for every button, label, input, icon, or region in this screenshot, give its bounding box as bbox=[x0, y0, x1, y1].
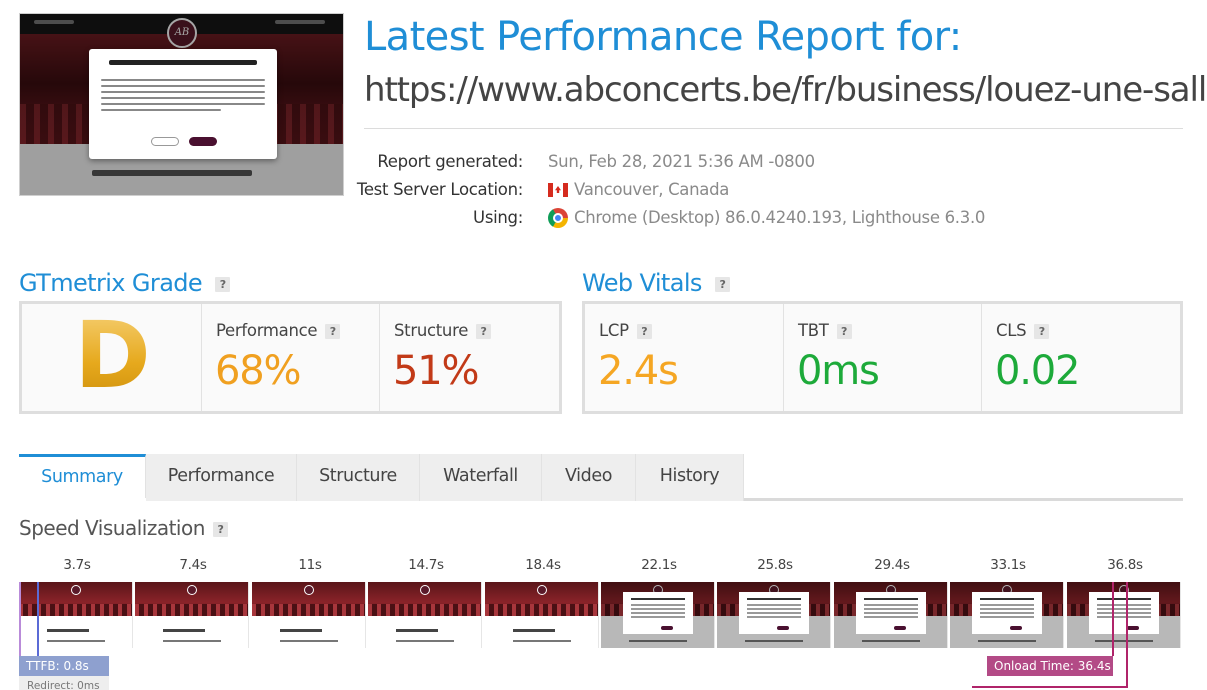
performance-cell: Performance? 68% bbox=[202, 304, 380, 411]
meta-report-generated: Report generated: Sun, Feb 28, 2021 5:36… bbox=[364, 152, 1194, 178]
cookie-dialog-preview bbox=[89, 49, 277, 159]
web-vitals-panel: LCP? 2.4s TBT? 0ms CLS? 0.02 bbox=[582, 301, 1183, 414]
lcp-label: LCP bbox=[599, 321, 629, 340]
meta-test-location: Test Server Location: Vancouver, Canada bbox=[357, 180, 1194, 206]
filmstrip-frame[interactable] bbox=[834, 582, 948, 648]
filmstrip-time-label: 7.4s bbox=[179, 557, 207, 573]
filmstrip-time-label: 29.4s bbox=[874, 557, 910, 573]
performance-label: Performance bbox=[216, 321, 318, 340]
onload-label: Onload Time: 36.4s bbox=[987, 656, 1113, 676]
page-screenshot-thumbnail[interactable]: AB bbox=[19, 13, 344, 196]
tab-video[interactable]: Video bbox=[542, 454, 636, 501]
tbt-label: TBT bbox=[798, 321, 829, 340]
filmstrip-time-label: 11s bbox=[298, 557, 322, 573]
tab-performance[interactable]: Performance bbox=[146, 454, 297, 501]
tab-history[interactable]: History bbox=[636, 454, 744, 501]
tab-structure[interactable]: Structure bbox=[297, 454, 420, 501]
filmstrip-time-label: 36.8s bbox=[1107, 557, 1143, 573]
help-icon[interactable]: ? bbox=[325, 324, 341, 339]
start-marker bbox=[19, 582, 21, 656]
ttfb-label: TTFB: 0.8s bbox=[19, 656, 109, 676]
grade-letter: D bbox=[22, 304, 201, 411]
cls-value: 0.02 bbox=[995, 348, 1080, 394]
web-vitals-title: Web Vitals ? bbox=[582, 269, 730, 297]
meta-label: Report generated: bbox=[377, 152, 523, 171]
filmstrip-time-label: 3.7s bbox=[63, 557, 91, 573]
meta-value: Chrome (Desktop) 86.0.4240.193, Lighthou… bbox=[574, 208, 986, 227]
report-title: Latest Performance Report for: bbox=[364, 14, 962, 60]
help-icon[interactable]: ? bbox=[1034, 324, 1050, 339]
tbt-cell: TBT? 0ms bbox=[784, 304, 982, 411]
chrome-icon bbox=[548, 208, 568, 228]
help-icon[interactable]: ? bbox=[212, 522, 228, 537]
help-icon[interactable]: ? bbox=[215, 276, 231, 292]
help-icon[interactable]: ? bbox=[836, 324, 852, 339]
meta-label: Using: bbox=[473, 208, 523, 227]
lcp-cell: LCP? 2.4s bbox=[585, 304, 784, 411]
filmstrip-frame[interactable] bbox=[485, 582, 599, 648]
help-icon[interactable]: ? bbox=[714, 276, 730, 292]
lcp-value: 2.4s bbox=[598, 348, 679, 394]
help-icon[interactable]: ? bbox=[636, 324, 652, 339]
filmstrip-time-label: 18.4s bbox=[525, 557, 561, 573]
filmstrip-time-label: 25.8s bbox=[757, 557, 793, 573]
filmstrip-time-label: 33.1s bbox=[990, 557, 1026, 573]
tab-summary[interactable]: Summary bbox=[19, 454, 146, 501]
filmstrip-frame[interactable] bbox=[368, 582, 482, 648]
structure-label: Structure bbox=[394, 321, 469, 340]
meta-using: Using: Chrome (Desktop) 86.0.4240.193, L… bbox=[364, 208, 1194, 234]
gtmetrix-grade-panel: D Performance? 68% Structure? 51% bbox=[19, 301, 562, 414]
cls-cell: CLS? 0.02 bbox=[982, 304, 1180, 411]
filmstrip-time-label: 14.7s bbox=[408, 557, 444, 573]
help-icon[interactable]: ? bbox=[476, 324, 492, 339]
header-divider bbox=[364, 128, 1183, 129]
cls-label: CLS bbox=[996, 321, 1027, 340]
onload-marker bbox=[1112, 582, 1114, 656]
filmstrip-frame[interactable] bbox=[135, 582, 249, 648]
structure-score: 51% bbox=[393, 348, 480, 394]
filmstrip-frame[interactable] bbox=[717, 582, 831, 648]
tab-waterfall[interactable]: Waterfall bbox=[420, 454, 542, 501]
gtmetrix-grade-title: GTmetrix Grade ? bbox=[19, 269, 231, 297]
filmstrip-frame[interactable] bbox=[1067, 582, 1181, 648]
report-url[interactable]: https://www.abconcerts.be/fr/business/lo… bbox=[364, 70, 1207, 110]
onload-baseline bbox=[972, 686, 1128, 688]
meta-value: Vancouver, Canada bbox=[574, 180, 730, 199]
performance-score: 68% bbox=[215, 348, 302, 394]
tbt-value: 0ms bbox=[797, 348, 880, 394]
ttfb-marker bbox=[37, 582, 39, 656]
structure-cell: Structure? 51% bbox=[380, 304, 559, 411]
meta-value: Sun, Feb 28, 2021 5:36 AM -0800 bbox=[548, 152, 815, 171]
report-tabs: Summary Performance Structure Waterfall … bbox=[19, 454, 744, 501]
grade-cell: D bbox=[22, 304, 202, 411]
filmstrip-time-label: 22.1s bbox=[641, 557, 677, 573]
filmstrip-frame[interactable] bbox=[950, 582, 1064, 648]
filmstrip-frame[interactable] bbox=[601, 582, 715, 648]
redirect-label: Redirect: 0ms bbox=[19, 676, 109, 690]
canada-flag-icon bbox=[548, 183, 568, 197]
filmstrip-frame[interactable] bbox=[252, 582, 366, 648]
onload-marker-extent bbox=[1126, 582, 1128, 688]
meta-label: Test Server Location: bbox=[356, 180, 523, 199]
speed-visualization-title: Speed Visualization? bbox=[19, 516, 228, 540]
